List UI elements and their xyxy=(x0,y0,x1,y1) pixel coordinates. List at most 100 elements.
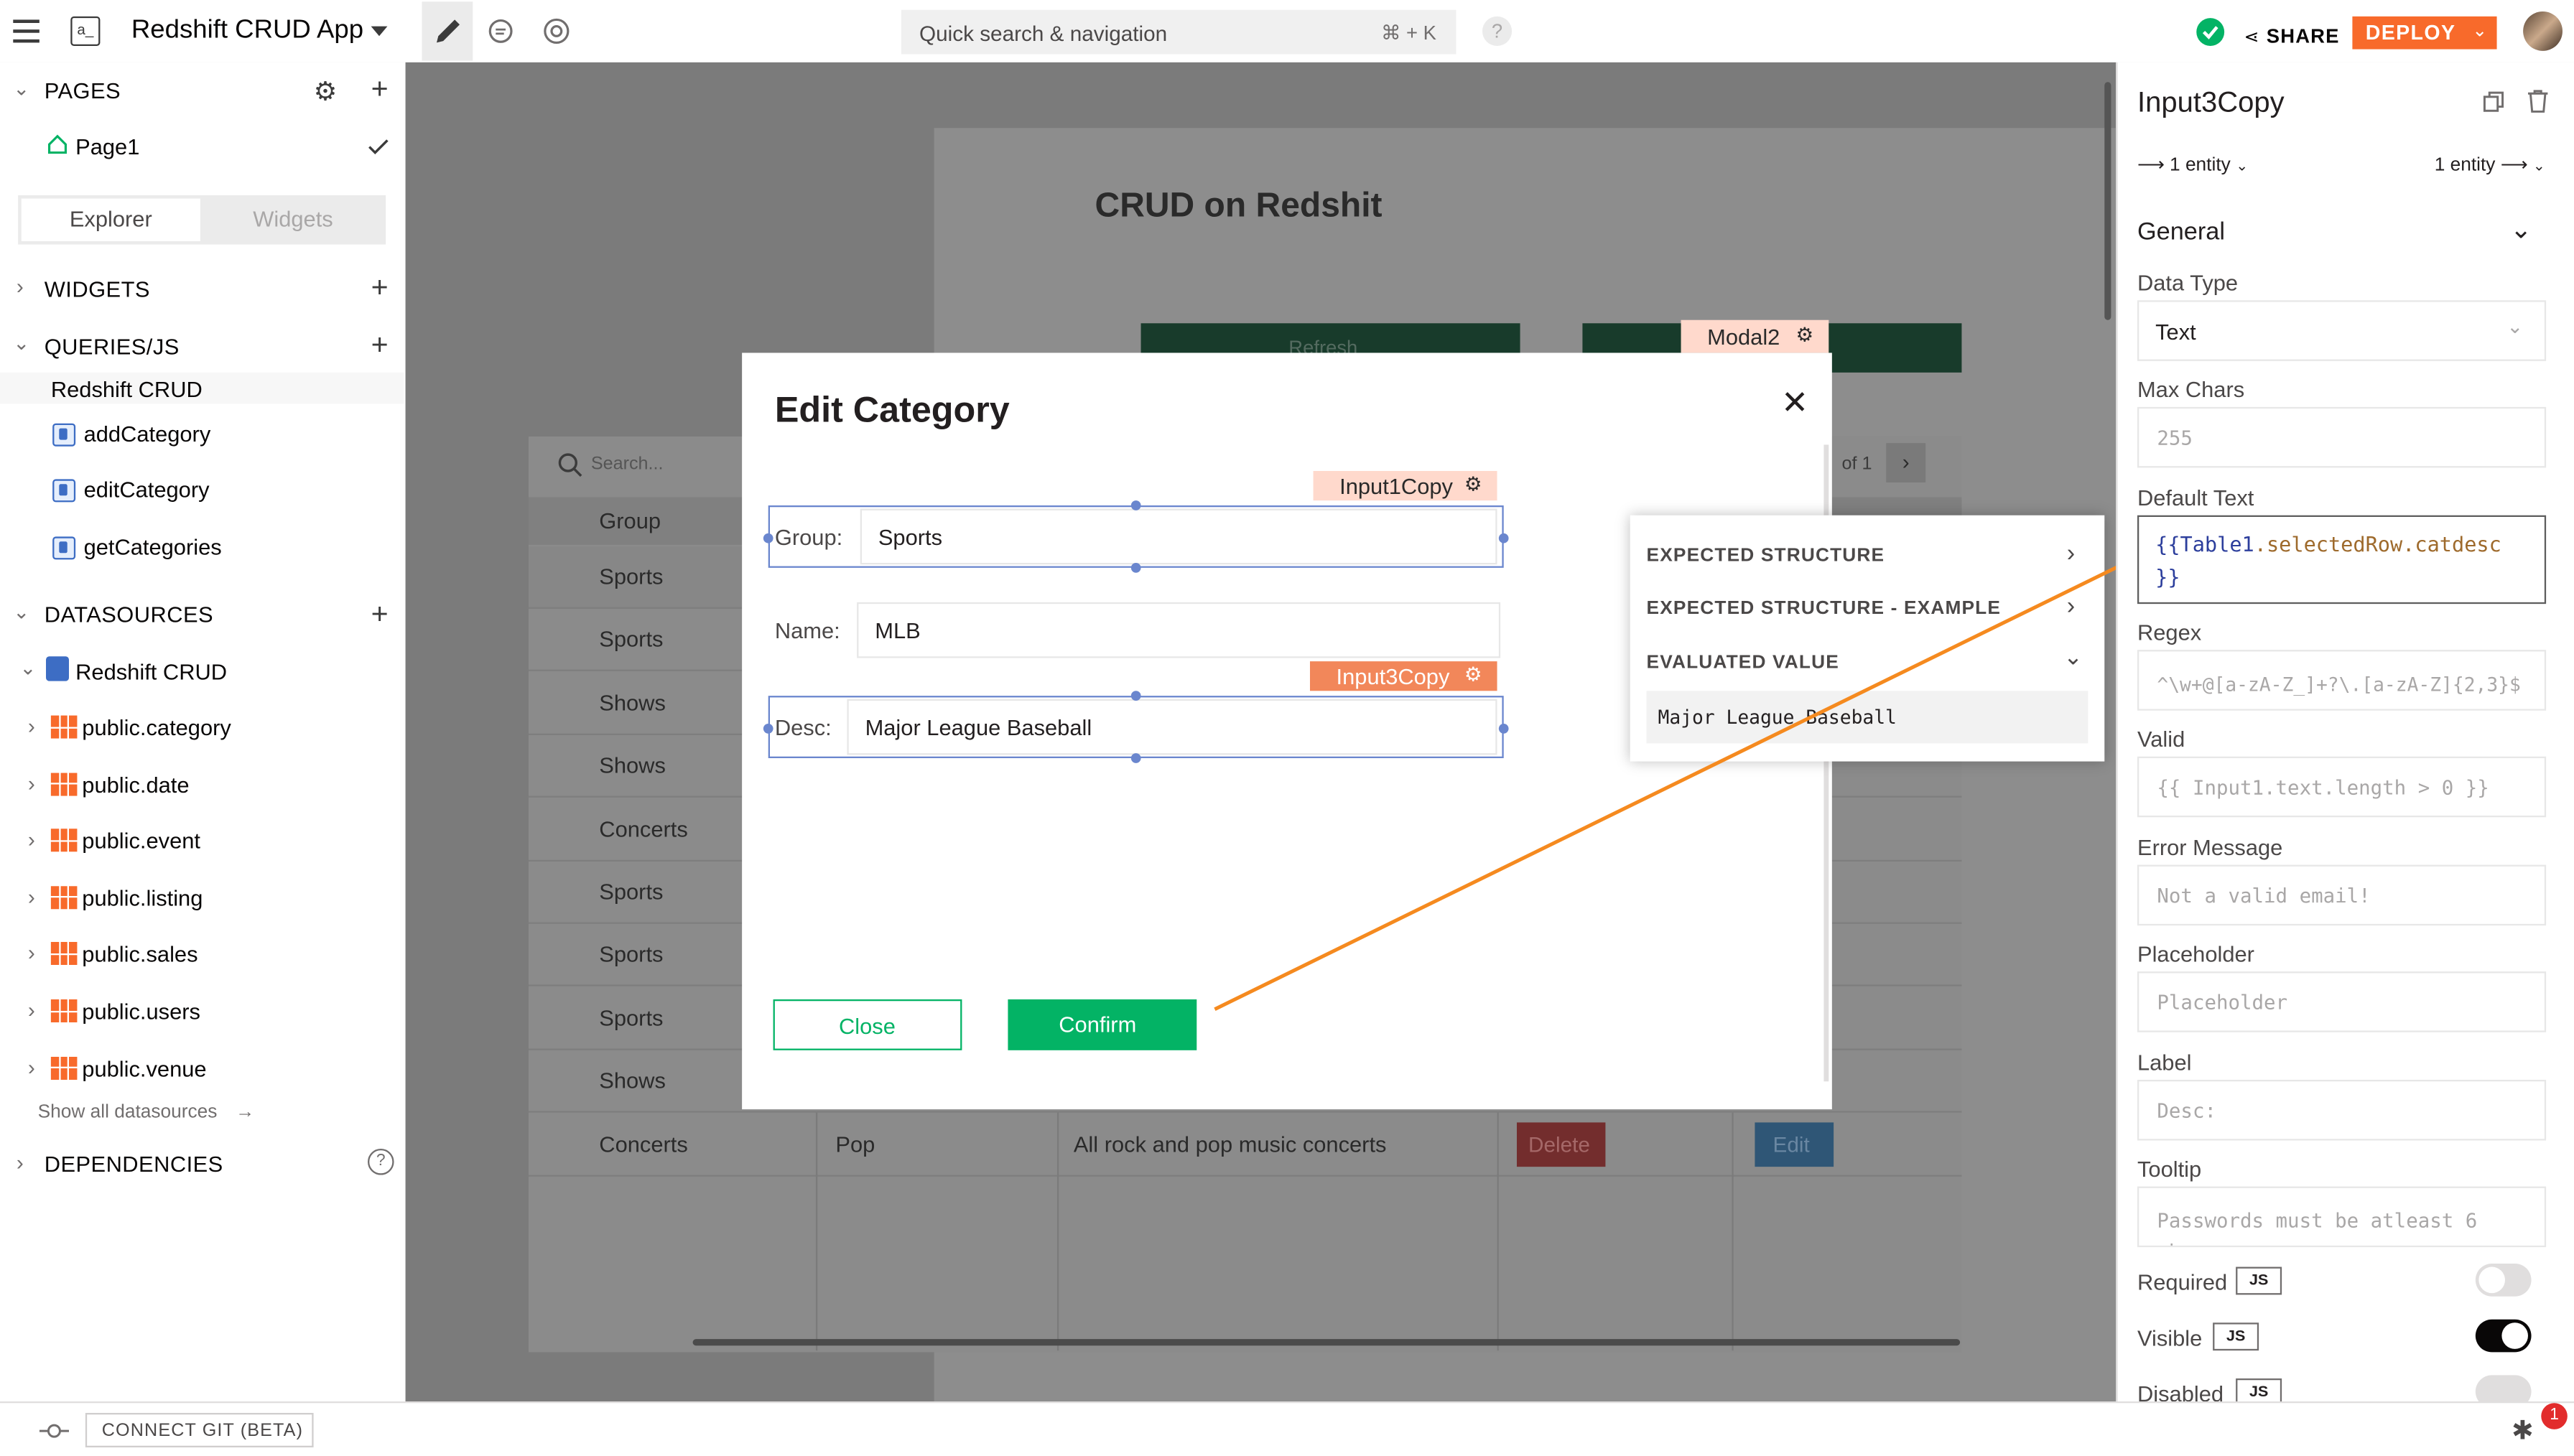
close-button[interactable]: Close xyxy=(773,999,962,1050)
copy-widget-icon[interactable] xyxy=(2482,90,2505,121)
resize-handle[interactable] xyxy=(1498,723,1509,734)
app-menu-caret-icon[interactable] xyxy=(371,26,388,37)
confirm-button[interactable]: Confirm xyxy=(1008,999,1197,1050)
add-datasource-plus-icon[interactable]: + xyxy=(371,597,389,632)
required-switch[interactable] xyxy=(2475,1263,2532,1297)
table-expand-chevron-icon[interactable]: › xyxy=(28,998,35,1022)
settings-gear-icon[interactable]: ⚙ xyxy=(1464,472,1482,495)
expected-structure-label[interactable]: EXPECTED STRUCTURE xyxy=(1647,546,1885,566)
deploy-chevron-icon[interactable]: ⌄ xyxy=(2472,19,2487,41)
table-expand-chevron-icon[interactable]: › xyxy=(28,827,35,851)
required-js-toggle[interactable]: JS xyxy=(2236,1266,2282,1295)
settings-gear-icon[interactable]: ⚙ xyxy=(1796,323,1814,346)
regex-input[interactable]: ^\w+@[a-zA-Z_]+?\.[a-zA-Z]{2,3}$ xyxy=(2137,650,2547,711)
input1copy-tag[interactable]: Input1Copy ⚙ xyxy=(1313,470,1497,501)
table-expand-chevron-icon[interactable]: › xyxy=(28,770,35,795)
valid-input[interactable]: {{ Input1.text.length > 0 }} xyxy=(2137,756,2547,818)
general-collapse-chevron-icon[interactable]: ⌄ xyxy=(2510,213,2532,246)
pages-settings-gear-icon[interactable]: ⚙ xyxy=(314,75,338,108)
pages-collapse-chevron-icon[interactable]: ⌄ xyxy=(13,77,29,100)
dependencies-section-title[interactable]: DEPENDENCIES xyxy=(45,1152,223,1177)
add-query-plus-icon[interactable]: + xyxy=(371,328,389,363)
widgets-expand-chevron-icon[interactable]: › xyxy=(17,274,24,299)
desc-field[interactable]: Major League Baseball xyxy=(847,699,1497,755)
table-expand-chevron-icon[interactable]: › xyxy=(28,885,35,909)
table-next-page-button[interactable]: › xyxy=(1886,443,1926,482)
datasource-table-item[interactable]: public.event xyxy=(82,829,200,854)
quick-search-bar[interactable]: Quick search & navigation ⌘ + K xyxy=(901,9,1456,55)
datasource-table-item[interactable]: public.date xyxy=(82,773,189,797)
chevron-right-icon[interactable]: › xyxy=(2067,540,2075,568)
tab-widgets[interactable]: Widgets xyxy=(203,199,382,241)
settings-gear-icon[interactable]: ⚙ xyxy=(1464,663,1482,686)
connect-git-button[interactable]: CONNECT GIT (BETA) xyxy=(85,1412,314,1447)
modal-close-icon[interactable]: ✕ xyxy=(1781,383,1808,424)
show-all-datasources-link[interactable]: Show all datasources → xyxy=(38,1103,255,1122)
edit-row-button[interactable]: Edit xyxy=(1755,1122,1834,1167)
comment-icon[interactable] xyxy=(488,18,514,52)
queries-collapse-chevron-icon[interactable]: ⌄ xyxy=(13,332,29,355)
table-header-group[interactable]: Group xyxy=(599,509,661,533)
resize-handle[interactable] xyxy=(1498,533,1509,543)
user-avatar[interactable] xyxy=(2523,11,2563,51)
table-expand-chevron-icon[interactable]: › xyxy=(28,1055,35,1079)
resize-handle[interactable] xyxy=(763,533,773,543)
resize-handle[interactable] xyxy=(1130,500,1141,510)
queries-group-label[interactable]: Redshift CRUD xyxy=(51,378,203,402)
datasources-collapse-chevron-icon[interactable]: ⌄ xyxy=(13,601,29,624)
delete-widget-trash-icon[interactable] xyxy=(2527,88,2550,121)
group-field[interactable]: Sports xyxy=(860,508,1497,565)
widgets-section-title[interactable]: WIDGETS xyxy=(45,277,150,302)
datasource-table-item[interactable]: public.category xyxy=(82,716,231,740)
modal2-tag[interactable]: Modal2 ⚙ xyxy=(1681,319,1829,353)
queries-section-title[interactable]: QUERIES/JS xyxy=(45,335,180,359)
help-icon[interactable]: ? xyxy=(1482,16,1513,46)
dependencies-expand-chevron-icon[interactable]: › xyxy=(17,1150,24,1175)
placeholder-input[interactable]: Placeholder xyxy=(2137,971,2547,1032)
resize-handle[interactable] xyxy=(1130,753,1141,763)
outgoing-entities-dropdown[interactable]: 1 entity ⟶ ⌄ xyxy=(2435,153,2545,175)
incoming-entities-dropdown[interactable]: ⟶ 1 entity ⌄ xyxy=(2137,153,2248,175)
label-input[interactable]: Desc: xyxy=(2137,1079,2547,1141)
query-item-editcategory[interactable]: editCategory xyxy=(84,477,210,502)
name-field[interactable]: MLB xyxy=(857,602,1501,658)
error-message-input[interactable]: Not a valid email! xyxy=(2137,864,2547,926)
input3copy-tag[interactable]: Input3Copy ⚙ xyxy=(1309,661,1497,691)
chevron-right-icon[interactable]: › xyxy=(2067,592,2075,620)
default-text-code-input[interactable]: {{Table1.selectedRow.catdesc }} xyxy=(2137,515,2547,605)
table-expand-chevron-icon[interactable]: › xyxy=(28,714,35,738)
table-search-placeholder[interactable]: Search... xyxy=(591,454,664,474)
page-item-page1[interactable]: Page1 xyxy=(75,134,139,159)
add-page-plus-icon[interactable]: + xyxy=(371,73,389,107)
datasource-table-item[interactable]: public.sales xyxy=(82,943,198,967)
evaluated-value-label[interactable]: EVALUATED VALUE xyxy=(1647,653,1839,673)
dependencies-help-icon[interactable]: ? xyxy=(367,1148,394,1175)
table-expand-chevron-icon[interactable]: › xyxy=(28,941,35,966)
datasource-table-item[interactable]: public.venue xyxy=(82,1056,206,1081)
general-section-title[interactable]: General xyxy=(2137,218,2225,246)
resize-handle[interactable] xyxy=(763,723,773,734)
app-logo[interactable]: a_ xyxy=(70,16,101,46)
preview-eye-icon[interactable] xyxy=(542,18,571,52)
data-type-select[interactable]: Text ⌄ xyxy=(2137,300,2547,361)
datasources-section-title[interactable]: DATASOURCES xyxy=(45,602,213,627)
widget-name-title[interactable]: Input3Copy xyxy=(2137,85,2285,120)
resize-handle[interactable] xyxy=(1130,691,1141,701)
datasource-table-item[interactable]: public.users xyxy=(82,999,200,1024)
delete-row-button[interactable]: Delete xyxy=(1516,1122,1606,1167)
visible-switch[interactable] xyxy=(2475,1319,2532,1353)
chevron-down-icon[interactable]: ⌄ xyxy=(2063,643,2083,671)
pages-section-title[interactable]: PAGES xyxy=(45,79,121,103)
table-search-icon[interactable] xyxy=(557,452,583,486)
query-item-getcategories[interactable]: getCategories xyxy=(84,535,222,559)
tab-explorer[interactable]: Explorer xyxy=(21,198,200,241)
share-button[interactable]: ⋖ SHARE xyxy=(2244,22,2340,51)
datasource-collapse-chevron-icon[interactable]: ⌄ xyxy=(19,656,36,679)
add-widget-plus-icon[interactable]: + xyxy=(371,271,389,305)
hamburger-menu-icon[interactable] xyxy=(13,19,40,43)
query-item-addcategory[interactable]: addCategory xyxy=(84,421,211,446)
datasource-item-redshift-crud[interactable]: Redshift CRUD xyxy=(75,660,227,684)
deploy-button[interactable]: DEPLOY ⌄ xyxy=(2352,16,2497,50)
app-name[interactable]: Redshift CRUD App xyxy=(131,17,363,46)
canvas-vertical-scrollbar[interactable] xyxy=(2104,82,2111,320)
